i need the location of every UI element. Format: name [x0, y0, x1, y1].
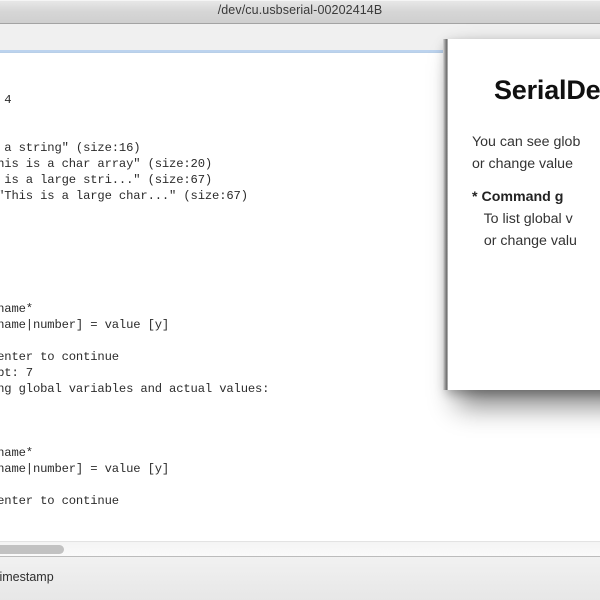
console-line: d showing global variables and actual va…	[0, 381, 270, 396]
overlay-text-line: * Command g	[472, 189, 564, 205]
console-line: = 4	[4, 93, 12, 108]
overlay-title: SerialDe	[494, 75, 600, 105]
window-title: /dev/cu.usbserial-00202414B	[217, 3, 383, 17]
console-line: .: g opt: 7	[0, 365, 33, 380]
serial-output-text: = 4 ) s is a string" (size:16) = "This i…	[0, 76, 270, 509]
overlay-text-line: or change valu	[472, 233, 577, 249]
overlay-text-line: or change value	[472, 156, 573, 172]
overlay-left-edge	[443, 39, 448, 390]
console-line: e: g name*	[0, 446, 33, 461]
horizontal-scrollbar-thumb[interactable]	[0, 545, 64, 554]
serial-monitor-window: /dev/cu.usbserial-00202414B = 4 ) s is a…	[0, 0, 600, 600]
console-line: rray) = "This is a large char..." (size:…	[0, 189, 248, 204]
bottom-toolbar: timestamp Nova-linha 250000 velocid	[0, 556, 600, 600]
timestamp-checkbox-label[interactable]: timestamp	[0, 570, 54, 584]
documentation-overlay-panel[interactable]: SerialDe You can see glob or change value…	[443, 39, 600, 390]
console-line: , g [name|number] = value [y]	[0, 462, 170, 477]
titlebar-highlight	[0, 0, 600, 1]
console-line: and enter to continue	[0, 349, 119, 364]
console-line: = "This is a char array" (size:20)	[0, 157, 213, 172]
window-titlebar[interactable]: /dev/cu.usbserial-00202414B	[0, 0, 600, 24]
console-line: and enter to continue	[0, 494, 119, 509]
overlay-text-line: You can see glob	[472, 134, 581, 150]
overlay-body-text: You can see glob or change value * Command…	[472, 131, 600, 252]
horizontal-scrollbar[interactable]	[0, 541, 600, 556]
overlay-spacer	[472, 175, 600, 186]
console-line: )	[0, 124, 269, 140]
console-line: , g [name|number] = value [y]	[0, 317, 170, 332]
console-line: e: g name*	[0, 301, 33, 316]
overlay-text-line: To list global v	[472, 211, 573, 227]
console-line: s is a string" (size:16)	[4, 141, 141, 156]
console-line: "This is a large stri..." (size:67)	[4, 173, 213, 188]
